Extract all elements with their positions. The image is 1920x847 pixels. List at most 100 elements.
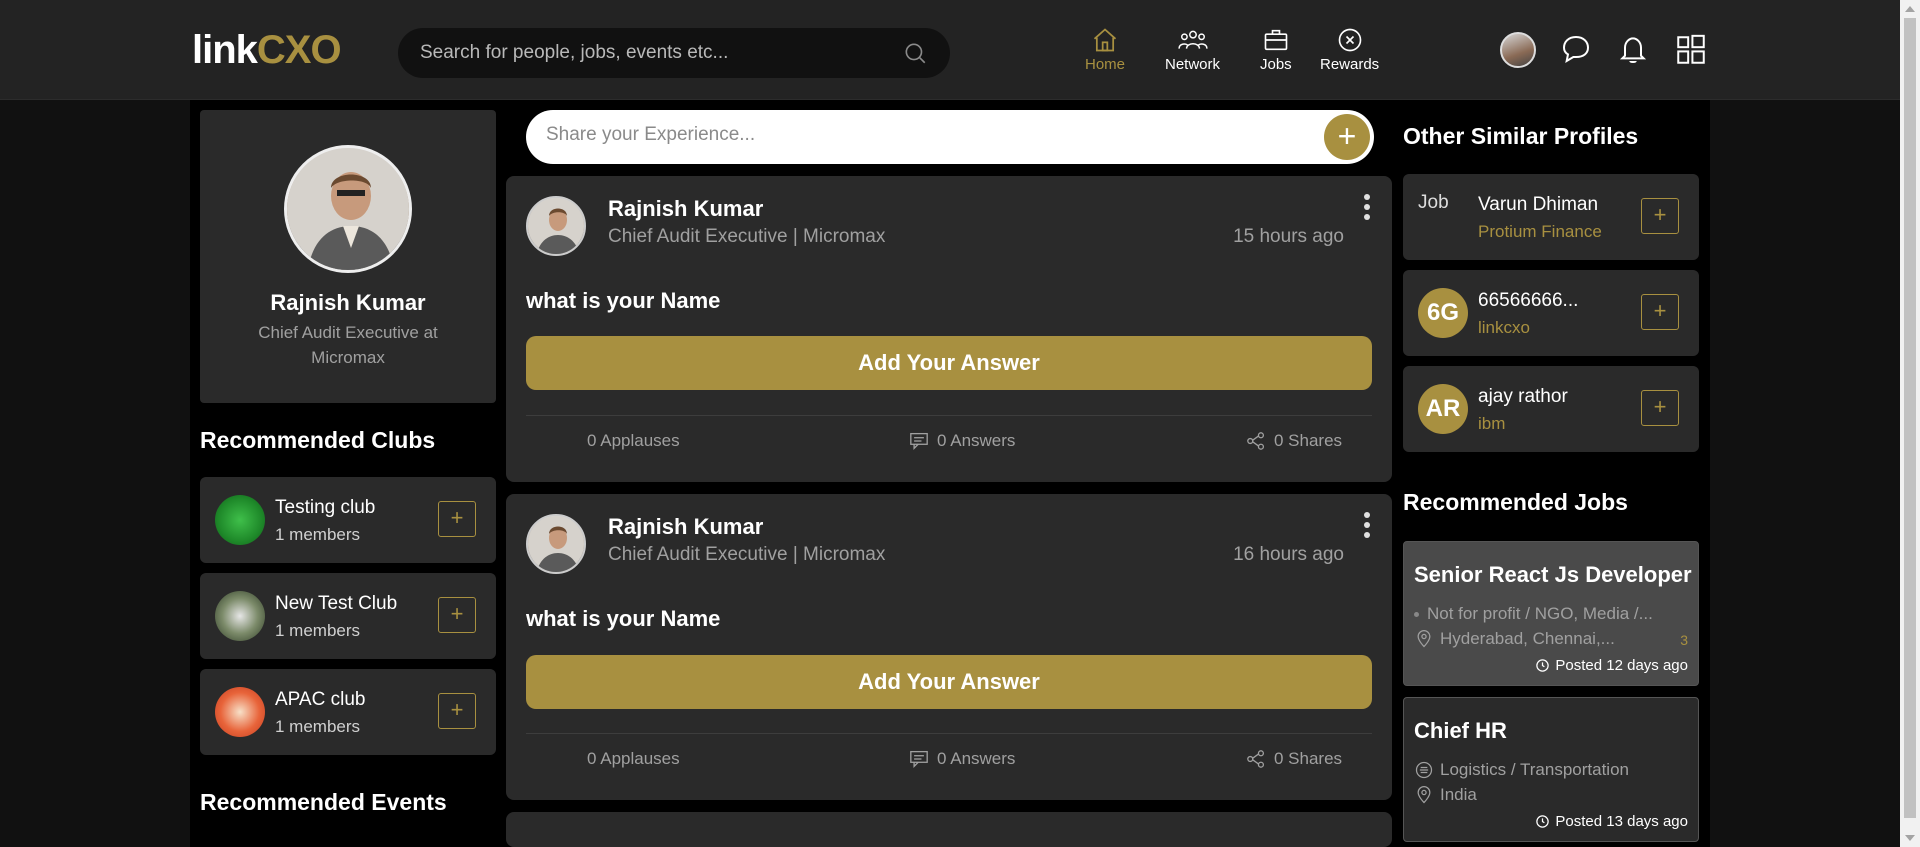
join-club-button[interactable]: + bbox=[438, 693, 476, 729]
author-photo bbox=[528, 198, 584, 254]
nav-jobs[interactable]: Jobs bbox=[1260, 26, 1292, 73]
bell-icon[interactable] bbox=[1617, 33, 1649, 65]
nav-home-label: Home bbox=[1085, 56, 1126, 73]
initials-avatar: AR bbox=[1418, 384, 1468, 434]
comment-icon bbox=[910, 432, 928, 450]
share-experience-box[interactable]: + bbox=[526, 110, 1374, 164]
job-industry-text: Not for profit / NGO, Media /... bbox=[1427, 604, 1653, 623]
feed-post bbox=[506, 812, 1392, 847]
similar-profile-name[interactable]: Varun Dhiman bbox=[1478, 194, 1598, 216]
post-menu-icon[interactable] bbox=[1364, 194, 1374, 224]
shares-count: 0 Shares bbox=[1274, 749, 1343, 768]
add-answer-button[interactable]: Add Your Answer bbox=[526, 336, 1372, 390]
share-button[interactable]: 0 Shares bbox=[1246, 749, 1342, 769]
nav-rewards[interactable]: Rewards bbox=[1320, 26, 1379, 73]
connect-button[interactable]: + bbox=[1641, 198, 1679, 234]
clock-icon bbox=[1536, 659, 1550, 672]
nav-home[interactable]: Home bbox=[1085, 26, 1125, 73]
similar-profile-org: linkcxo bbox=[1478, 318, 1530, 337]
search-bar[interactable] bbox=[398, 28, 950, 78]
share-icon bbox=[1247, 750, 1265, 768]
feed-post: Rajnish Kumar Chief Audit Executive | Mi… bbox=[506, 176, 1392, 482]
similar-profile-card[interactable]: 6G 66566666... linkcxo + bbox=[1403, 270, 1699, 356]
job-card[interactable]: Senior React Js Developer Not for profit… bbox=[1403, 541, 1699, 686]
post-divider bbox=[526, 415, 1372, 416]
answers-button[interactable]: 0 Answers bbox=[909, 749, 1015, 769]
comment-icon bbox=[910, 750, 928, 768]
applause-button[interactable]: 0 Applauses bbox=[587, 749, 680, 769]
post-menu-icon[interactable] bbox=[1364, 512, 1374, 542]
job-location: Hyderabad, Chennai,... bbox=[1414, 629, 1615, 649]
post-author-avatar[interactable] bbox=[526, 514, 586, 574]
scroll-up-arrow[interactable] bbox=[1905, 6, 1915, 12]
job-posted: Posted 13 days ago bbox=[1535, 813, 1688, 830]
search-icon[interactable] bbox=[902, 40, 928, 66]
job-title[interactable]: Chief HR bbox=[1414, 718, 1507, 744]
job-title[interactable]: Senior React Js Developer bbox=[1414, 562, 1692, 588]
answers-button[interactable]: 0 Answers bbox=[909, 431, 1015, 451]
industry-icon bbox=[1414, 611, 1419, 617]
scroll-down-arrow[interactable] bbox=[1905, 835, 1915, 841]
job-location-text: Hyderabad, Chennai,... bbox=[1440, 629, 1615, 648]
club-avatar bbox=[215, 495, 265, 545]
similar-profile-name[interactable]: ajay rathor bbox=[1478, 386, 1568, 408]
club-avatar bbox=[215, 591, 265, 641]
post-question: what is your Name bbox=[526, 606, 721, 631]
briefcase-icon bbox=[1264, 29, 1288, 51]
club-card[interactable]: APAC club 1 members + bbox=[200, 669, 496, 755]
club-name[interactable]: Testing club bbox=[275, 497, 375, 519]
location-pin-icon bbox=[1417, 786, 1431, 804]
chat-icon[interactable] bbox=[1560, 33, 1592, 65]
join-club-button[interactable]: + bbox=[438, 597, 476, 633]
rewards-icon bbox=[1338, 28, 1361, 52]
scroll-thumb[interactable] bbox=[1904, 18, 1916, 818]
similar-profile-name[interactable]: 66566666... bbox=[1478, 290, 1578, 312]
club-name[interactable]: APAC club bbox=[275, 689, 365, 711]
join-club-button[interactable]: + bbox=[438, 501, 476, 537]
profile-photo[interactable] bbox=[284, 145, 412, 273]
location-pin-icon bbox=[1417, 630, 1431, 648]
industry-icon bbox=[1415, 761, 1433, 779]
club-name[interactable]: New Test Club bbox=[275, 593, 397, 615]
nav-network[interactable]: Network bbox=[1165, 26, 1220, 73]
similar-profiles-heading: Other Similar Profiles bbox=[1403, 123, 1639, 149]
job-posted-text: Posted 13 days ago bbox=[1555, 813, 1688, 830]
post-author-name[interactable]: Rajnish Kumar bbox=[608, 196, 763, 222]
initials-avatar: 6G bbox=[1418, 288, 1468, 338]
club-card[interactable]: Testing club 1 members + bbox=[200, 477, 496, 563]
linkcxo-logo[interactable]: link CXO bbox=[192, 28, 342, 73]
apps-grid-icon[interactable] bbox=[1674, 33, 1708, 67]
add-answer-button[interactable]: Add Your Answer bbox=[526, 655, 1372, 709]
answers-count: 0 Answers bbox=[937, 431, 1016, 450]
nav-network-label: Network bbox=[1165, 56, 1221, 73]
share-button[interactable]: 0 Shares bbox=[1246, 431, 1342, 451]
page-scrollbar[interactable] bbox=[1900, 0, 1920, 847]
search-input[interactable] bbox=[420, 42, 902, 64]
job-industry-text: Logistics / Transportation bbox=[1440, 760, 1629, 779]
user-avatar[interactable] bbox=[1500, 32, 1536, 68]
job-location: India bbox=[1414, 785, 1477, 805]
post-author-avatar[interactable] bbox=[526, 196, 586, 256]
network-icon bbox=[1177, 30, 1208, 49]
similar-profile-card[interactable]: Job Varun Dhiman Protium Finance + bbox=[1403, 174, 1699, 260]
applause-button[interactable]: 0 Applauses bbox=[587, 431, 680, 451]
connect-button[interactable]: + bbox=[1641, 294, 1679, 330]
similar-profile-card[interactable]: AR ajay rathor ibm + bbox=[1403, 366, 1699, 452]
post-timestamp: 15 hours ago bbox=[1233, 226, 1344, 247]
job-location-text: India bbox=[1440, 785, 1477, 804]
job-card[interactable]: Chief HR Logistics / Transportation Indi… bbox=[1403, 697, 1699, 842]
profile-card[interactable]: Rajnish Kumar Chief Audit Executive at M… bbox=[200, 110, 496, 403]
connect-button[interactable]: + bbox=[1641, 390, 1679, 426]
profile-image-broken: Job bbox=[1418, 192, 1449, 213]
club-members: 1 members bbox=[275, 525, 361, 544]
feed-post: Rajnish Kumar Chief Audit Executive | Mi… bbox=[506, 494, 1392, 800]
create-post-button[interactable]: + bbox=[1324, 114, 1370, 160]
club-card[interactable]: New Test Club 1 members + bbox=[200, 573, 496, 659]
share-experience-input[interactable] bbox=[546, 124, 1246, 146]
recommended-events-heading: Recommended Events bbox=[200, 789, 447, 815]
profile-name[interactable]: Rajnish Kumar bbox=[200, 290, 496, 316]
logo-text-link: link bbox=[192, 28, 258, 72]
post-author-name[interactable]: Rajnish Kumar bbox=[608, 514, 763, 540]
post-divider bbox=[526, 733, 1372, 734]
job-posted: Posted 12 days ago bbox=[1535, 657, 1688, 674]
